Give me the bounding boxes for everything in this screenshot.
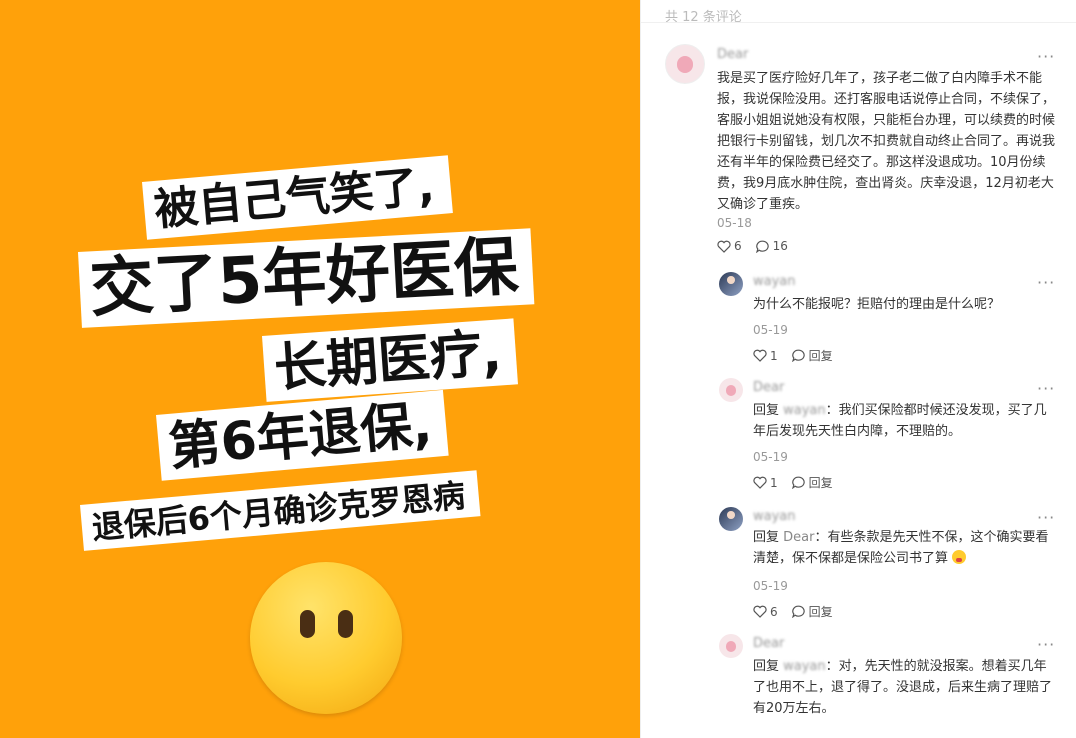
more-options-icon[interactable]: ··· <box>1037 49 1055 65</box>
reply-date: 05-19 <box>753 323 788 337</box>
heart-icon <box>753 605 767 618</box>
comment-username[interactable]: Dear <box>717 47 748 62</box>
like-count: 1 <box>770 475 778 490</box>
reply-text: 回复 wayan：我们买保险都时候还没发现，买了几年后发现先天性白内障，不理赔的… <box>753 403 1047 439</box>
comment-date: 05-18 <box>717 216 752 230</box>
face-without-mouth-emoji <box>250 562 402 714</box>
reply-actions: 6 回复 <box>753 603 847 620</box>
more-options-icon[interactable]: ··· <box>1037 381 1055 397</box>
comment-bubble-icon <box>791 605 805 618</box>
more-options-icon[interactable]: ··· <box>1037 510 1055 526</box>
reply-username[interactable]: wayan <box>753 509 796 524</box>
reply-username[interactable]: Dear <box>753 380 784 395</box>
comment-bubble-icon <box>791 349 805 362</box>
like-count: 6 <box>770 604 778 619</box>
reply-actions: 1 回复 <box>753 347 847 364</box>
comment-actions: 6 16 <box>717 239 802 253</box>
post-image: 被自己气笑了, 交了5年好医保 长期医疗, 第6年退保, 退保后6个月确诊克罗恩… <box>0 0 640 738</box>
reply-label: 回复 <box>808 605 833 619</box>
reply-button[interactable]: 回复 <box>791 474 833 491</box>
caption-line-4: 第6年退保, <box>156 389 449 481</box>
reply-username[interactable]: Dear <box>753 636 784 651</box>
like-button[interactable]: 6 <box>717 239 742 253</box>
reply-date: 05-19 <box>753 579 788 593</box>
like-count: 1 <box>770 348 778 363</box>
reply-text: 回复 Dear：有些条款是先天性不保，这个确实要看清楚，保不保都是保险公司书了算 <box>753 530 1049 566</box>
avatar[interactable] <box>719 634 743 658</box>
avatar[interactable] <box>719 507 743 531</box>
reply-date: 05-19 <box>753 450 788 464</box>
reply-button[interactable]: 回复 <box>791 347 833 364</box>
comment-bubble-icon <box>755 240 769 253</box>
heart-icon <box>717 240 731 253</box>
comment-bubble-icon <box>791 476 805 489</box>
reply-text: 回复 wayan：对，先天性的就没报案。想着买几年了也用不上，退了得了。没退成，… <box>753 659 1053 716</box>
comment-text: 我是买了医疗险好几年了，孩子老二做了白内障手术不能报，我说保险没用。还打客服电话… <box>717 71 1056 212</box>
comments-panel[interactable]: 共 12 条评论 Dear ··· 我是买了医疗险好几年了，孩子老二做了白内障手… <box>640 0 1076 738</box>
reply-count: 16 <box>772 239 788 253</box>
like-button[interactable]: 1 <box>753 476 778 490</box>
avatar[interactable] <box>719 272 743 296</box>
heart-icon <box>753 349 767 362</box>
caption-line-5: 退保后6个月确诊克罗恩病 <box>80 470 481 551</box>
caption-line-1: 被自己气笑了, <box>142 155 453 240</box>
reply-actions: 1 回复 <box>753 474 847 491</box>
emoji-right-eye <box>338 610 353 638</box>
reply-username[interactable]: wayan <box>753 274 796 289</box>
avatar[interactable] <box>665 44 705 84</box>
more-options-icon[interactable]: ··· <box>1037 637 1055 653</box>
header-divider <box>641 22 1076 23</box>
like-button[interactable]: 1 <box>753 349 778 363</box>
reply-count-button[interactable]: 16 <box>755 239 788 253</box>
reply-label: 回复 <box>808 476 833 490</box>
dizzy-face-emoji <box>952 550 967 564</box>
avatar[interactable] <box>719 378 743 402</box>
heart-icon <box>753 476 767 489</box>
reply-button[interactable]: 回复 <box>791 603 833 620</box>
caption-line-2: 交了5年好医保 <box>78 228 534 328</box>
reply-label: 回复 <box>808 349 833 363</box>
more-options-icon[interactable]: ··· <box>1037 275 1055 291</box>
caption-line-3: 长期医疗, <box>262 318 518 402</box>
emoji-left-eye <box>300 610 315 638</box>
reply-text: 为什么不能报呢？拒赔付的理由是什么呢？ <box>753 297 1001 312</box>
like-button[interactable]: 6 <box>753 605 778 619</box>
like-count: 6 <box>734 239 742 253</box>
